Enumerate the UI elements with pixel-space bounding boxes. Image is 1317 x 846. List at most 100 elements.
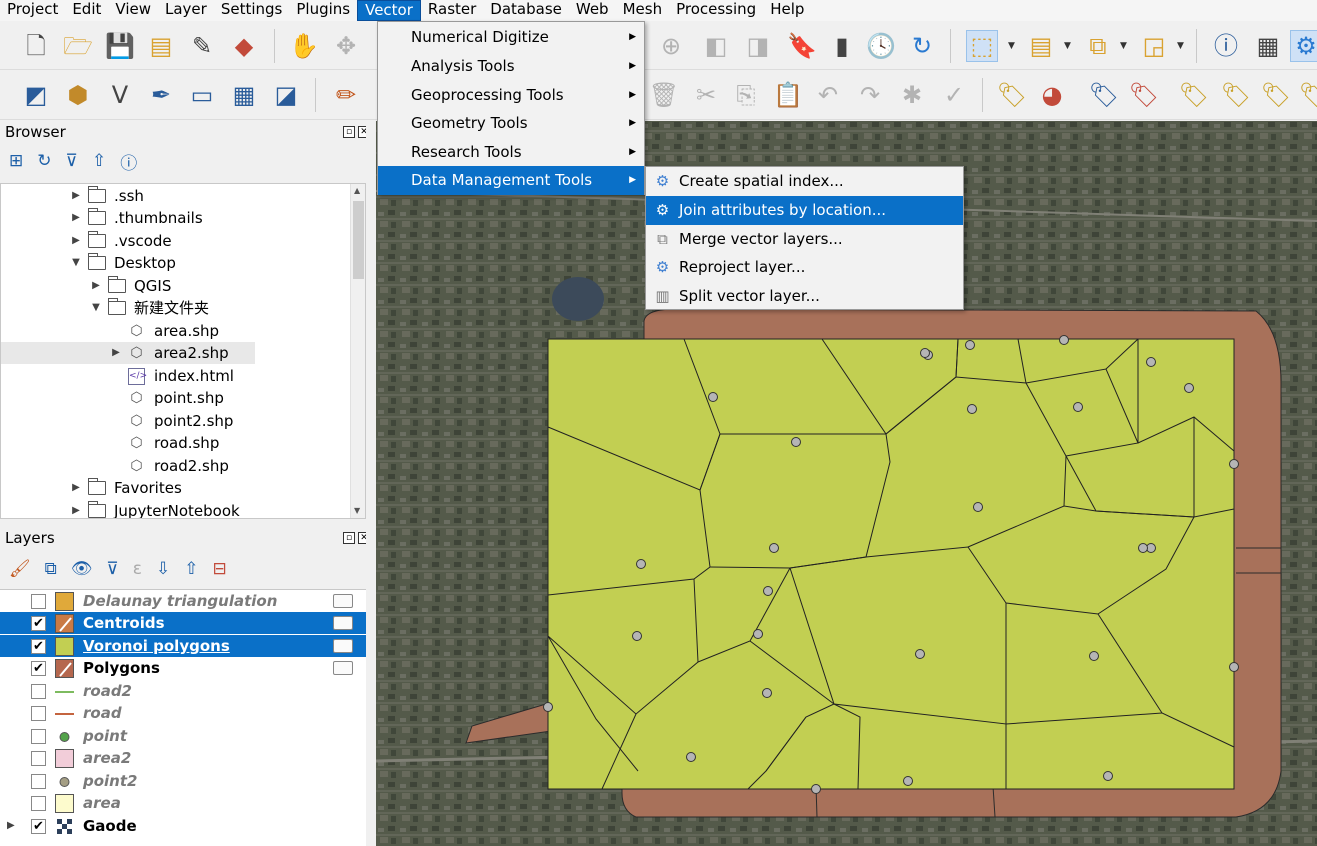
menu-view[interactable]: View [108, 0, 158, 21]
new-memory-layer-icon[interactable]: ▭ [186, 79, 218, 111]
layer-item[interactable]: road [0, 702, 366, 724]
layer-visibility-checkbox[interactable] [31, 774, 46, 789]
add-layer-icon[interactable]: ◩ [20, 79, 52, 111]
menu-settings[interactable]: Settings [214, 0, 290, 21]
layer-visibility-checkbox[interactable] [31, 751, 46, 766]
browser-item[interactable]: ▼ 新建文件夹 [1, 297, 351, 319]
browser-item[interactable]: ⬡ road.shp [1, 432, 351, 454]
menu-database[interactable]: Database [483, 0, 569, 21]
menu-layer[interactable]: Layer [158, 0, 214, 21]
vertex-tool-icon[interactable]: ✓ [938, 79, 970, 111]
layer-item[interactable]: road2 [0, 680, 366, 702]
new-project-icon[interactable]: 🗋 [20, 30, 52, 62]
menu-item-merge-vector-layers[interactable]: ⧉ Merge vector layers... [646, 225, 963, 254]
layer-item[interactable]: area2 [0, 747, 366, 769]
chevron-right-icon[interactable]: ▶ [7, 815, 15, 837]
browser-item[interactable]: ▶ QGIS [1, 275, 351, 297]
chevron-down-icon[interactable]: ▼ [1008, 41, 1015, 51]
new-mesh-layer-icon[interactable]: ◪ [270, 79, 302, 111]
new-virtual-layer-icon[interactable]: ▦ [228, 79, 260, 111]
layer-visibility-checkbox[interactable]: ✔ [31, 661, 46, 676]
browser-item[interactable]: ⬡ point2.shp [1, 410, 351, 432]
collapse-all-icon[interactable]: ⇧ [92, 151, 106, 171]
toggle-editing-icon[interactable]: ✏ [330, 79, 362, 111]
chevron-down-icon[interactable]: ▼ [1120, 41, 1127, 51]
rotate-label-icon[interactable]: 🏷 [1260, 79, 1292, 111]
layer-styling-icon[interactable]: 🖌 [9, 559, 31, 579]
browser-item[interactable]: ▶ ⬡ area2.shp [1, 342, 255, 364]
scroll-up-icon[interactable]: ▲ [354, 186, 360, 195]
layer-item[interactable]: Delaunay triangulation [0, 590, 366, 612]
pan-map-icon[interactable]: ✋ [288, 30, 320, 62]
new-shapefile-icon[interactable]: V [104, 79, 136, 111]
deselect-features-icon[interactable]: ⧉ [1082, 30, 1114, 62]
menu-item-split-vector-layer[interactable]: ▥ Split vector layer... [646, 282, 963, 311]
diagram-icon[interactable]: ◕ [1036, 79, 1068, 111]
menu-item-join-attributes-by-location[interactable]: ⚙ Join attributes by location... [646, 196, 963, 225]
change-label-icon[interactable]: 🏷 [1298, 79, 1317, 111]
layer-renderer-icon[interactable] [333, 661, 353, 675]
expand-all-icon[interactable]: ⇩ [156, 559, 170, 579]
chevron-right-icon[interactable]: ▶ [70, 207, 82, 229]
float-panel-icon[interactable]: ▫ [343, 126, 355, 138]
project-templates-icon[interactable]: ▤ [145, 30, 177, 62]
browser-scrollbar[interactable]: ▲ ▼ [350, 184, 365, 518]
chevron-down-icon[interactable]: ▼ [1177, 41, 1184, 51]
layer-item[interactable]: point2 [0, 770, 366, 792]
menu-item-data-management-tools[interactable]: Data Management Tools ▶ [378, 166, 644, 195]
menu-processing[interactable]: Processing [669, 0, 763, 21]
zoom-to-layer-icon[interactable]: ⊕ [655, 30, 687, 62]
collapse-all-icon[interactable]: ⇧ [184, 559, 198, 579]
pan-to-selection-icon[interactable]: ✥ [330, 30, 362, 62]
show-bookmarks-icon[interactable]: ▮ [826, 30, 858, 62]
layer-visibility-checkbox[interactable] [31, 729, 46, 744]
float-panel-icon[interactable]: ▫ [343, 532, 355, 544]
scroll-down-icon[interactable]: ▼ [354, 506, 360, 515]
layers-tree[interactable]: Delaunay triangulation ✔ Centroids ✔ Voronoi… [0, 589, 366, 846]
cut-features-icon[interactable]: ✂ [690, 79, 722, 111]
layer-visibility-checkbox[interactable] [31, 594, 46, 609]
delete-selected-icon[interactable]: 🗑 [648, 79, 680, 111]
layer-item[interactable]: area [0, 792, 366, 814]
layer-item[interactable]: ✔ Centroids [0, 612, 366, 634]
filter-by-expression-icon[interactable]: ε [133, 559, 142, 579]
menu-item-geoprocessing-tools[interactable]: Geoprocessing Tools ▶ [378, 81, 644, 110]
browser-item[interactable]: ▶ .vscode [1, 230, 351, 252]
select-location-icon[interactable]: ◲ [1138, 30, 1170, 62]
info-icon[interactable]: ⓘ [120, 149, 137, 174]
layer-visibility-checkbox[interactable] [31, 796, 46, 811]
chevron-right-icon[interactable]: ▶ [70, 477, 82, 499]
attribute-table-icon[interactable]: ▦ [1252, 30, 1284, 62]
menu-mesh[interactable]: Mesh [616, 0, 670, 21]
new-spatialite-icon[interactable]: ✒ [145, 79, 177, 111]
browser-item[interactable]: ⬡ point.shp [1, 387, 351, 409]
browser-item[interactable]: ▶ JupyterNotebook [1, 500, 351, 518]
menu-project[interactable]: Project [0, 0, 65, 21]
menu-help[interactable]: Help [763, 0, 811, 21]
redo-icon[interactable]: ↷ [854, 79, 886, 111]
paste-features-icon[interactable]: 📋 [772, 79, 804, 111]
label-tool-icon[interactable]: 🏷 [996, 79, 1028, 111]
menu-item-geometry-tools[interactable]: Geometry Tools ▶ [378, 109, 644, 138]
browser-item[interactable]: ⬡ area.shp [1, 320, 351, 342]
menu-item-analysis-tools[interactable]: Analysis Tools ▶ [378, 52, 644, 81]
style-manager-icon[interactable]: ◆ [228, 30, 260, 62]
select-by-value-icon[interactable]: ▤ [1025, 30, 1057, 62]
browser-item[interactable]: </> index.html [1, 365, 351, 387]
filter-legend-icon[interactable]: ⊽ [106, 559, 118, 579]
browser-tree[interactable]: ▶ .ssh ▶ .thumbnails ▶ .vscode ▼ Desktop ▶ QGIS ▼ 新… [0, 183, 366, 519]
move-label-icon[interactable]: 🏷 [1178, 79, 1210, 111]
menu-plugins[interactable]: Plugins [289, 0, 357, 21]
chevron-right-icon[interactable]: ▶ [110, 342, 122, 364]
panel-splitter[interactable] [366, 121, 376, 846]
layer-renderer-icon[interactable] [333, 616, 353, 630]
copy-features-icon[interactable]: ⎘ [730, 79, 762, 111]
digitize-tool-icon[interactable]: ✱ [896, 79, 928, 111]
new-geopackage-icon[interactable]: ⬢ [62, 79, 94, 111]
browser-item[interactable]: ▶ .thumbnails [1, 207, 351, 229]
layer-visibility-checkbox[interactable]: ✔ [31, 616, 46, 631]
layer-renderer-icon[interactable] [333, 594, 353, 608]
chevron-right-icon[interactable]: ▶ [70, 230, 82, 252]
menu-item-reproject-layer[interactable]: ⚙ Reproject layer... [646, 253, 963, 282]
chevron-down-icon[interactable]: ▼ [70, 252, 82, 274]
